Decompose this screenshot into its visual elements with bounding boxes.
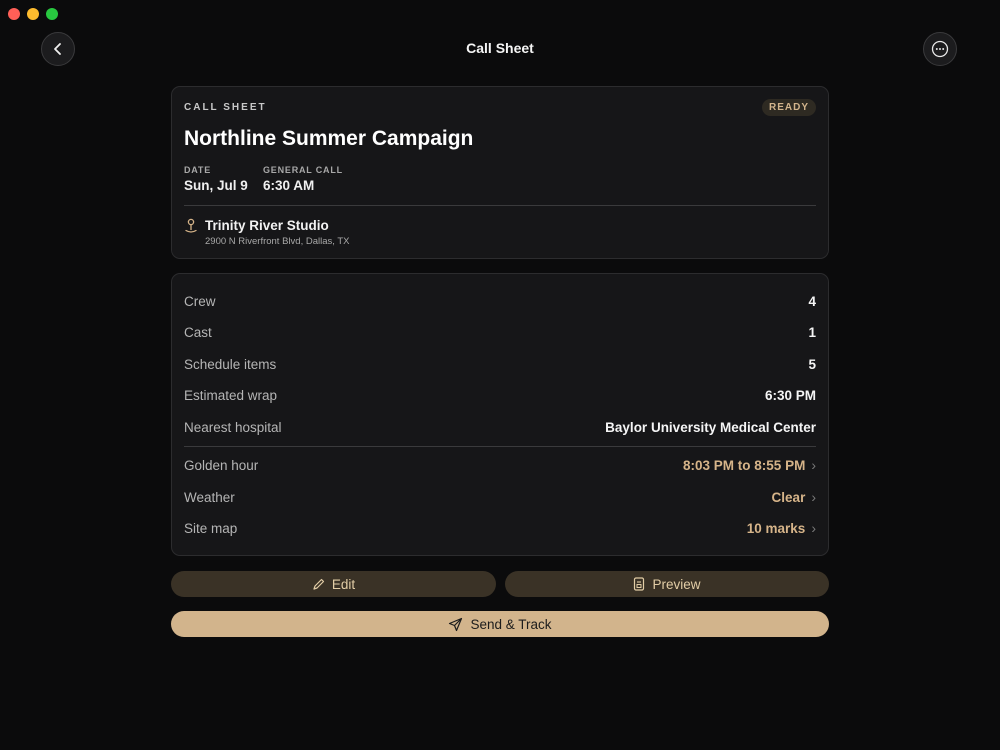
preview-label: Preview xyxy=(652,576,701,592)
date-value: Sun, Jul 9 xyxy=(184,178,248,193)
detail-label: Crew xyxy=(184,293,216,309)
link-label: Site map xyxy=(184,520,238,536)
detail-value: Baylor University Medical Center xyxy=(605,419,816,435)
call-sheet-summary-card: CALL SHEET READY Northline Summer Campai… xyxy=(171,86,829,259)
detail-row-crew: Crew 4 xyxy=(184,291,816,311)
project-title: Northline Summer Campaign xyxy=(184,127,474,150)
link-value: 10 marks xyxy=(746,520,806,536)
send-label: Send & Track xyxy=(470,616,552,632)
general-call-label: GENERAL CALL xyxy=(263,165,343,175)
link-row-site-map[interactable]: Site map 10 marks › xyxy=(184,518,816,538)
chevron-right-icon: › xyxy=(811,520,816,536)
location-name: Trinity River Studio xyxy=(205,218,329,233)
divider xyxy=(184,446,816,447)
send-and-track-button[interactable]: Send & Track xyxy=(171,611,829,637)
detail-label: Cast xyxy=(184,324,212,340)
detail-row-cast: Cast 1 xyxy=(184,322,816,342)
zoom-window-button[interactable] xyxy=(46,8,58,20)
detail-label: Nearest hospital xyxy=(184,419,282,435)
edit-label: Edit xyxy=(331,576,356,592)
status-badge: READY xyxy=(761,99,816,116)
paper-plane-icon xyxy=(449,617,463,631)
detail-value: 6:30 PM xyxy=(764,387,816,403)
detail-row-schedule-items: Schedule items 5 xyxy=(184,354,816,374)
detail-label: Schedule items xyxy=(184,356,277,372)
map-pin-icon xyxy=(185,218,197,233)
preview-button[interactable]: Preview xyxy=(505,571,829,597)
date-label: DATE xyxy=(184,165,212,175)
location-address: 2900 N Riverfront Blvd, Dallas, TX xyxy=(205,236,350,247)
chevron-right-icon: › xyxy=(811,489,816,505)
edit-button[interactable]: Edit xyxy=(171,571,496,597)
close-window-button[interactable] xyxy=(8,8,20,20)
detail-value: 1 xyxy=(808,324,816,340)
chevron-right-icon: › xyxy=(811,457,816,473)
detail-row-nearest-hospital: Nearest hospital Baylor University Medic… xyxy=(184,417,816,437)
link-row-golden-hour[interactable]: Golden hour 8:03 PM to 8:55 PM › xyxy=(184,455,816,475)
call-sheet-details-card: Crew 4 Cast 1 Schedule items 5 Estimated… xyxy=(171,273,829,556)
detail-value: 5 xyxy=(808,356,816,372)
detail-row-estimated-wrap: Estimated wrap 6:30 PM xyxy=(184,385,816,405)
detail-label: Estimated wrap xyxy=(184,387,278,403)
ellipsis-icon xyxy=(931,40,949,58)
pencil-icon xyxy=(313,578,324,590)
card-kicker: CALL SHEET xyxy=(184,102,267,113)
link-label: Golden hour xyxy=(184,457,259,473)
link-value: 8:03 PM to 8:55 PM xyxy=(683,457,806,473)
page-title: Call Sheet xyxy=(466,40,534,56)
general-call-value: 6:30 AM xyxy=(263,178,315,193)
link-label: Weather xyxy=(184,489,235,505)
document-icon xyxy=(634,577,645,591)
more-options-button[interactable] xyxy=(923,32,957,66)
divider xyxy=(184,205,816,206)
window-controls xyxy=(8,8,58,20)
detail-value: 4 xyxy=(808,293,816,309)
link-value: Clear xyxy=(771,489,806,505)
minimize-window-button[interactable] xyxy=(27,8,39,20)
link-row-weather[interactable]: Weather Clear › xyxy=(184,487,816,507)
